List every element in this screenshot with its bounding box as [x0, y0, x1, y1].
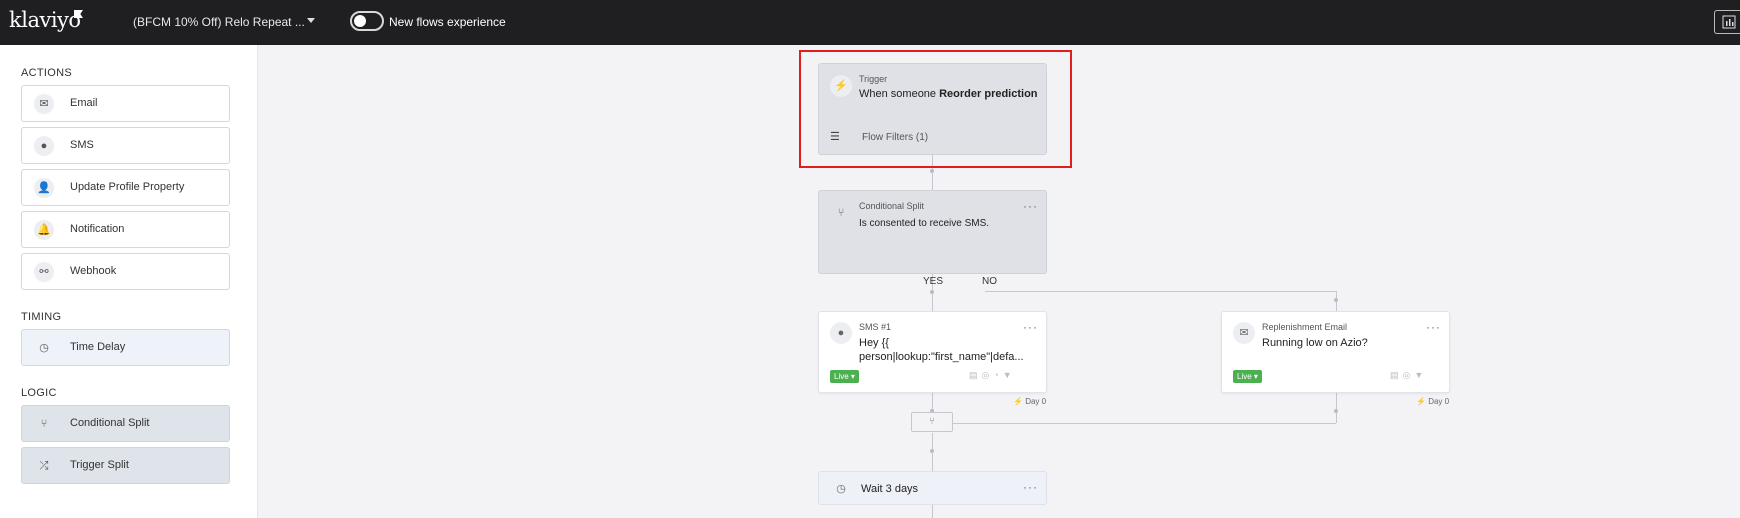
toggle-label: New flows experience	[389, 15, 506, 29]
connector	[1336, 393, 1337, 423]
connector	[985, 291, 1336, 292]
sidebar-item-label: Trigger Split	[70, 459, 129, 471]
connector-dot	[930, 290, 934, 294]
timing-section-label: TIMING	[21, 311, 62, 323]
day-label: ⚡ Day 0	[1416, 397, 1450, 406]
no-branch-label: NO	[982, 276, 997, 287]
top-bar: klaviyo (BFCM 10% Off) Relo Repeat ... N…	[0, 0, 1740, 45]
webhook-icon: ⚯	[34, 262, 54, 282]
status-text: Live	[834, 372, 849, 381]
connector	[932, 433, 933, 473]
email-node[interactable]: ✉ Replenishment Email Running low on Azi…	[1221, 311, 1450, 393]
chevron-down-icon[interactable]	[307, 18, 315, 23]
trigger-split-icon: ⤮	[39, 460, 49, 472]
bar-chart-icon	[1722, 15, 1736, 29]
connector	[932, 505, 933, 518]
sidebar-item-label: Notification	[70, 223, 125, 235]
flow-title[interactable]: (BFCM 10% Off) Relo Repeat ...	[133, 15, 305, 29]
more-options-icon[interactable]: ···	[1023, 199, 1038, 213]
sidebar-item-label: Conditional Split	[70, 417, 150, 429]
more-options-icon[interactable]: ···	[1426, 320, 1441, 334]
sidebar-item-webhook[interactable]: ⚯ Webhook	[21, 253, 230, 290]
sidebar-item-email[interactable]: ✉ Email	[21, 85, 230, 122]
chat-icon: ●	[830, 322, 852, 344]
status-badge[interactable]: Live ▾	[1233, 370, 1262, 383]
status-text: Live	[1237, 372, 1252, 381]
time-delay-node[interactable]: ◷ Wait 3 days ···	[818, 471, 1047, 505]
klaviyo-logo[interactable]: klaviyo	[9, 8, 81, 32]
sidebar-item-trigger-split[interactable]: ⤮ Trigger Split	[21, 447, 230, 484]
connector-dot	[1334, 409, 1338, 413]
sidebar-item-notification[interactable]: 🔔 Notification	[21, 211, 230, 248]
logo-flag-icon	[74, 10, 83, 18]
connector-dot	[930, 169, 934, 173]
sms-node[interactable]: ● SMS #1 Hey {{ person|lookup:"first_nam…	[818, 311, 1047, 393]
conditional-split-node[interactable]: ⑂ Conditional Split Is consented to rece…	[818, 190, 1047, 274]
split-icon: ⑂	[40, 418, 48, 430]
new-flows-toggle[interactable]	[350, 11, 384, 31]
day-text: Day 0	[1025, 397, 1047, 406]
node-type-label: Replenishment Email	[1262, 322, 1348, 332]
node-type-label: SMS #1	[859, 322, 892, 332]
node-type-label: Conditional Split	[859, 201, 925, 211]
sidebar-item-label: SMS	[70, 139, 94, 151]
status-badge[interactable]: Live ▾	[830, 370, 859, 383]
person-icon: 👤	[34, 178, 54, 198]
yes-branch-label: YES	[923, 276, 944, 287]
node-stat-icons[interactable]: ▤◎◔▼	[969, 370, 1016, 381]
day-text: Day 0	[1428, 397, 1450, 406]
day-label: ⚡ Day 0	[1013, 397, 1047, 406]
toggle-knob	[354, 15, 366, 27]
clock-icon: ◷	[836, 483, 846, 495]
sidebar-item-sms[interactable]: ● SMS	[21, 127, 230, 164]
actions-section-label: ACTIONS	[21, 67, 72, 79]
envelope-icon: ✉	[1233, 322, 1255, 344]
sidebar-item-label: Update Profile Property	[70, 181, 185, 193]
sidebar-item-label: Time Delay	[70, 341, 126, 353]
sms-preview-line2: person|lookup:"first_name"|defa...	[859, 351, 1024, 363]
more-options-icon[interactable]: ···	[1023, 320, 1038, 334]
merge-node[interactable]: ⑂	[911, 412, 953, 432]
connector-dot	[1334, 298, 1338, 302]
sidebar-item-label: Webhook	[70, 265, 117, 277]
connector-dot	[930, 449, 934, 453]
split-condition: Is consented to receive SMS.	[859, 218, 990, 229]
analytics-button[interactable]	[1714, 10, 1740, 34]
sms-preview-line1: Hey {{	[859, 337, 889, 349]
chat-icon: ●	[34, 136, 54, 156]
bell-icon: 🔔	[34, 220, 54, 240]
delay-text: Wait 3 days	[861, 483, 919, 495]
connector	[953, 423, 1336, 424]
logic-section-label: LOGIC	[21, 387, 57, 399]
sidebar-item-time-delay[interactable]: ◷ Time Delay	[21, 329, 230, 366]
sidebar: ACTIONS ✉ Email ● SMS 👤 Update Profile P…	[0, 45, 258, 518]
highlight-box	[799, 50, 1072, 168]
envelope-icon: ✉	[34, 94, 54, 114]
node-stat-icons[interactable]: ▤◎▼	[1390, 370, 1427, 381]
more-options-icon[interactable]: ···	[1023, 480, 1038, 494]
sidebar-item-conditional-split[interactable]: ⑂ Conditional Split	[21, 405, 230, 442]
email-subject: Running low on Azio?	[1262, 337, 1368, 349]
sidebar-item-update-profile-property[interactable]: 👤 Update Profile Property	[21, 169, 230, 206]
split-icon: ⑂	[837, 207, 845, 219]
sidebar-item-label: Email	[70, 97, 98, 109]
clock-icon: ◷	[39, 342, 49, 354]
